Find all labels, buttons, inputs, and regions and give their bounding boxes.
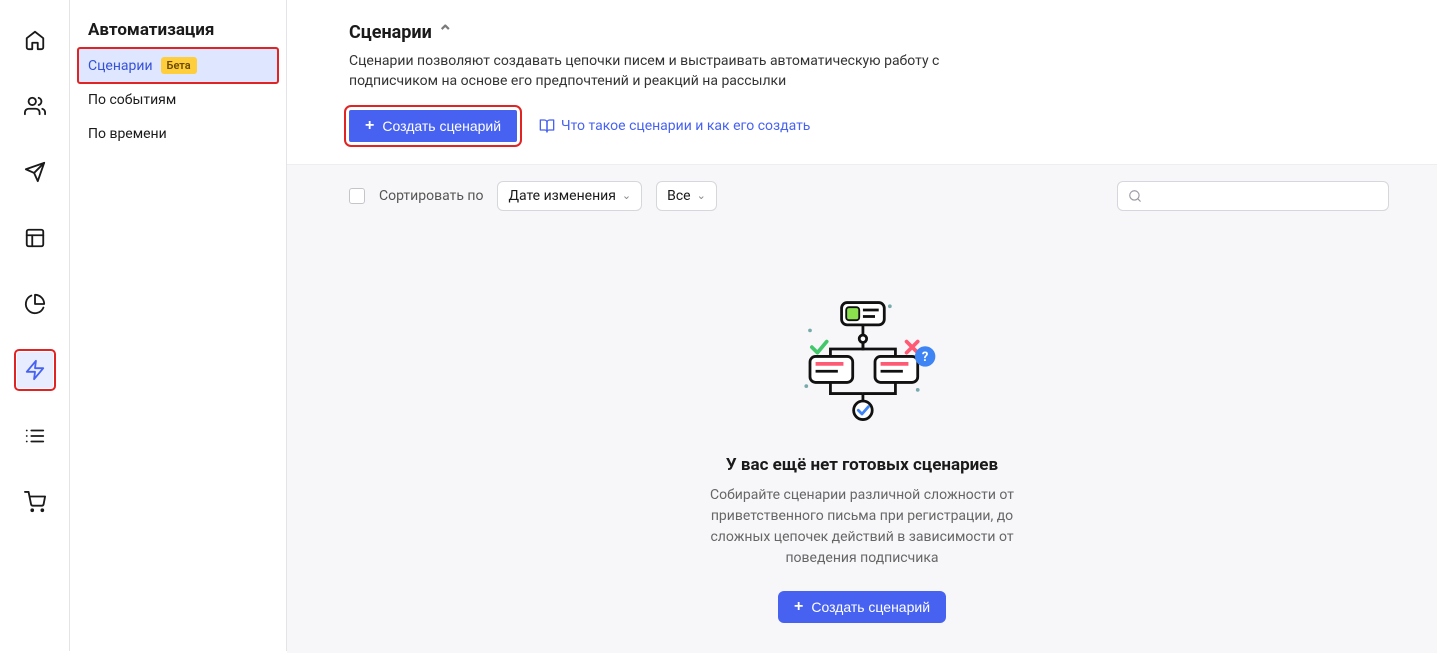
content-area: Сортировать по Дате изменения ⌄ Все ⌄ xyxy=(287,164,1437,653)
page-title: Сценарии xyxy=(349,22,432,43)
filter-select[interactable]: Все ⌄ xyxy=(656,181,717,211)
automation-icon xyxy=(24,359,46,381)
book-icon xyxy=(539,118,555,134)
sidenav-item-label: Сценарии xyxy=(88,58,153,74)
main-content: Сценарии ⌃ Сценарии позволяют создавать … xyxy=(287,0,1437,651)
svg-text:?: ? xyxy=(922,350,928,365)
link-label: Что такое сценарии и как его создать xyxy=(561,118,810,134)
select-all-checkbox[interactable] xyxy=(349,188,365,204)
select-value: Дате изменения xyxy=(508,188,615,204)
create-scenario-button[interactable]: + Создать сценарий xyxy=(349,110,517,142)
home-icon xyxy=(24,29,46,51)
header-actions: + Создать сценарий Что такое сценарии и … xyxy=(349,110,1389,142)
chevron-down-icon: ⌄ xyxy=(622,189,631,202)
sort-select[interactable]: Дате изменения ⌄ xyxy=(497,181,642,211)
chevron-up-icon: ⌃ xyxy=(438,22,453,43)
help-link[interactable]: Что такое сценарии и как его создать xyxy=(539,118,810,134)
search-icon xyxy=(1128,189,1142,203)
button-label: Создать сценарий xyxy=(382,118,501,134)
rail-automation[interactable] xyxy=(17,352,53,388)
page-header: Сценарии ⌃ Сценарии позволяют создавать … xyxy=(287,0,1437,164)
sort-label: Сортировать по xyxy=(379,188,483,204)
empty-illustration: ? xyxy=(787,297,937,427)
empty-description: Собирайте сценарии различной сложности о… xyxy=(707,485,1017,569)
empty-create-scenario-button[interactable]: + Создать сценарий xyxy=(778,591,946,623)
sidenav-item-label: По времени xyxy=(88,126,167,142)
beta-badge: Бета xyxy=(161,57,197,74)
send-icon xyxy=(24,161,46,183)
rail-contacts[interactable] xyxy=(17,88,53,124)
page-description: Сценарии позволяют создавать цепочки пис… xyxy=(349,51,989,92)
cart-icon xyxy=(24,491,46,513)
layout-icon xyxy=(24,227,46,249)
search-input[interactable] xyxy=(1150,188,1378,203)
icon-rail xyxy=(0,0,70,651)
secondary-sidebar: Автоматизация Сценарии Бета По событиям … xyxy=(70,0,287,651)
sidenav-item-by-events[interactable]: По событиям xyxy=(78,83,278,117)
empty-title: У вас ещё нет готовых сценариев xyxy=(726,455,998,475)
empty-state: ? У вас ещё нет готовых сцена xyxy=(287,227,1437,653)
plus-icon: + xyxy=(365,118,374,134)
piechart-icon xyxy=(24,293,46,315)
sidenav-item-by-time[interactable]: По времени xyxy=(78,117,278,151)
sidenav-title: Автоматизация xyxy=(78,20,278,48)
sidenav-item-scenarios[interactable]: Сценарии Бета xyxy=(78,48,278,83)
rail-send[interactable] xyxy=(17,154,53,190)
rail-stats[interactable] xyxy=(17,286,53,322)
rail-cart[interactable] xyxy=(17,484,53,520)
chevron-down-icon: ⌄ xyxy=(697,189,706,202)
rail-list[interactable] xyxy=(17,418,53,454)
plus-icon: + xyxy=(794,599,803,615)
sidenav-item-label: По событиям xyxy=(88,92,176,108)
button-label: Создать сценарий xyxy=(811,599,930,615)
search-field[interactable] xyxy=(1117,181,1389,211)
list-toolbar: Сортировать по Дате изменения ⌄ Все ⌄ xyxy=(287,165,1437,227)
users-icon xyxy=(24,95,46,117)
page-title-row[interactable]: Сценарии ⌃ xyxy=(349,22,1389,43)
rail-layout[interactable] xyxy=(17,220,53,256)
select-value: Все xyxy=(667,188,690,204)
rail-home[interactable] xyxy=(17,22,53,58)
list-icon xyxy=(24,425,46,447)
